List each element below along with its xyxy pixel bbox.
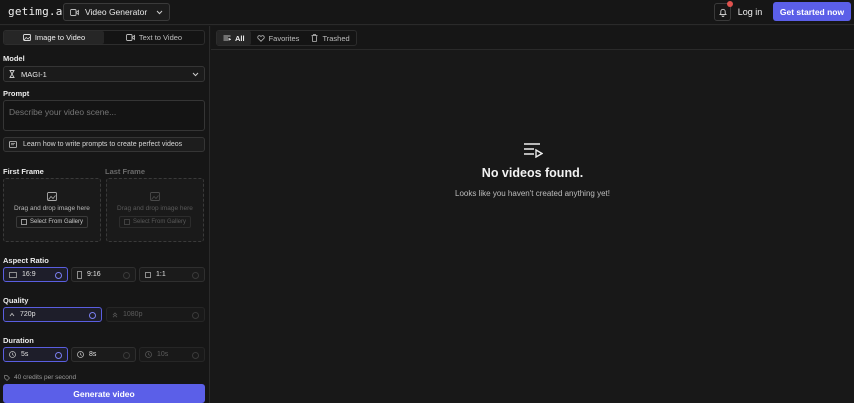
aspect-option-1-1[interactable]: 1:1 bbox=[139, 267, 205, 282]
radio-icon bbox=[123, 351, 130, 359]
filter-favorites[interactable]: Favorites bbox=[251, 31, 306, 45]
chevron-down-icon bbox=[192, 72, 199, 77]
empty-state: No videos found. Looks like you haven't … bbox=[211, 142, 854, 198]
hourglass-icon bbox=[9, 70, 15, 78]
logo[interactable]: getimg.ai bbox=[8, 5, 69, 18]
book-icon bbox=[9, 141, 17, 148]
aspect-option-label: 1:1 bbox=[156, 271, 166, 278]
last-frame-gallery-button[interactable]: Select From Gallery bbox=[118, 216, 191, 228]
prompt-input[interactable] bbox=[3, 100, 205, 131]
portrait-icon bbox=[77, 270, 82, 279]
quality-heading: Quality bbox=[3, 296, 29, 305]
notification-dot bbox=[727, 1, 733, 7]
filter-trashed[interactable]: Trashed bbox=[305, 31, 355, 45]
aspect-option-9-16[interactable]: 9:16 bbox=[71, 267, 136, 282]
duration-option-5s[interactable]: 5s bbox=[3, 347, 68, 362]
radio-icon bbox=[55, 351, 62, 359]
notifications-button[interactable] bbox=[714, 1, 733, 21]
video-icon bbox=[125, 34, 135, 41]
app-selector[interactable]: Video Generator bbox=[63, 3, 170, 21]
double-chevron-up-icon bbox=[112, 311, 118, 318]
login-button[interactable]: Log in bbox=[734, 4, 766, 20]
sidebar: Image to Video Text to Video Model MAGI-… bbox=[0, 26, 210, 403]
first-frame-drop-text: Drag and drop image here bbox=[14, 205, 90, 212]
tab-text-to-video[interactable]: Text to Video bbox=[104, 31, 204, 44]
first-frame-dropzone[interactable]: Drag and drop image here Select From Gal… bbox=[3, 178, 101, 242]
clock-icon bbox=[9, 351, 16, 358]
aspect-option-label: 16:9 bbox=[22, 271, 36, 278]
image-icon bbox=[22, 34, 31, 41]
gallery-icon bbox=[21, 219, 27, 225]
filter-all-label: All bbox=[235, 33, 245, 43]
aspect-option-16-9[interactable]: 16:9 bbox=[3, 267, 68, 282]
duration-option-label: 5s bbox=[21, 351, 29, 358]
radio-icon bbox=[192, 311, 199, 319]
gallery-icon bbox=[124, 219, 130, 225]
heart-icon bbox=[256, 34, 265, 42]
mode-tabs: Image to Video Text to Video bbox=[3, 30, 205, 45]
generate-video-button[interactable]: Generate video bbox=[3, 384, 205, 403]
tab-text-to-video-label: Text to Video bbox=[138, 33, 183, 42]
main-panel: All Favorites Trashed No videos found. L… bbox=[211, 26, 854, 403]
aspect-option-label: 9:16 bbox=[87, 271, 101, 278]
duration-option-label: 10s bbox=[157, 351, 169, 358]
landscape-icon bbox=[9, 271, 17, 278]
duration-option-8s[interactable]: 8s bbox=[71, 347, 136, 362]
square-icon bbox=[145, 271, 151, 278]
trash-icon bbox=[311, 34, 318, 42]
get-started-button[interactable]: Get started now bbox=[773, 2, 851, 21]
quality-option-label: 720p bbox=[20, 311, 36, 318]
radio-icon bbox=[55, 271, 62, 279]
tag-icon bbox=[4, 374, 10, 381]
quality-option-720p[interactable]: 720p bbox=[3, 307, 102, 322]
image-upload-icon bbox=[150, 192, 160, 201]
duration-heading: Duration bbox=[3, 336, 34, 345]
last-frame-gallery-label: Select From Gallery bbox=[132, 219, 186, 225]
quality-option-label: 1080p bbox=[123, 311, 143, 318]
duration-option-10s[interactable]: 10s bbox=[139, 347, 205, 362]
radio-icon bbox=[192, 351, 199, 359]
credits-info: 40 credits per second bbox=[4, 374, 76, 381]
model-select[interactable]: MAGI-1 bbox=[3, 66, 205, 82]
empty-text: Looks like you haven't created anything … bbox=[455, 189, 610, 198]
model-value: MAGI-1 bbox=[21, 69, 47, 79]
clock-icon bbox=[77, 351, 84, 358]
filter-all[interactable]: All bbox=[217, 31, 251, 45]
clock-icon bbox=[145, 351, 152, 358]
tab-image-to-video-label: Image to Video bbox=[34, 33, 86, 42]
first-frame-heading: First Frame bbox=[3, 167, 44, 176]
model-heading: Model bbox=[3, 54, 25, 63]
quality-option-1080p[interactable]: 1080p bbox=[106, 307, 205, 322]
radio-icon bbox=[123, 271, 130, 279]
filter-bar: All Favorites Trashed bbox=[211, 26, 854, 50]
app-selector-label: Video Generator bbox=[85, 7, 148, 17]
chevron-up-icon bbox=[9, 312, 15, 317]
list-icon bbox=[223, 35, 231, 41]
bell-icon bbox=[718, 8, 727, 17]
learn-prompts-link[interactable]: Learn how to write prompts to create per… bbox=[3, 137, 205, 152]
credits-label: 40 credits per second bbox=[14, 374, 77, 381]
filter-trashed-label: Trashed bbox=[322, 33, 350, 43]
tab-image-to-video[interactable]: Image to Video bbox=[4, 31, 104, 44]
first-frame-gallery-button[interactable]: Select From Gallery bbox=[15, 216, 88, 228]
first-frame-gallery-label: Select From Gallery bbox=[29, 219, 83, 225]
radio-icon bbox=[89, 311, 96, 319]
top-bar: getimg.ai Video Generator Log in Get sta… bbox=[0, 0, 854, 25]
last-frame-dropzone[interactable]: Drag and drop image here Select From Gal… bbox=[106, 178, 204, 242]
empty-title: No videos found. bbox=[481, 166, 584, 180]
last-frame-heading: Last Frame bbox=[105, 167, 146, 176]
playlist-icon bbox=[523, 142, 543, 158]
prompt-heading: Prompt bbox=[3, 89, 30, 98]
filter-favorites-label: Favorites bbox=[268, 33, 300, 43]
aspect-ratio-heading: Aspect Ratio bbox=[3, 256, 49, 265]
chevron-down-icon bbox=[156, 10, 163, 15]
image-upload-icon bbox=[47, 192, 57, 201]
filter-tabs: All Favorites Trashed bbox=[216, 30, 357, 46]
learn-prompts-label: Learn how to write prompts to create per… bbox=[23, 141, 183, 148]
radio-icon bbox=[192, 271, 199, 279]
video-icon bbox=[70, 8, 79, 16]
duration-option-label: 8s bbox=[89, 351, 97, 358]
last-frame-drop-text: Drag and drop image here bbox=[117, 205, 193, 212]
